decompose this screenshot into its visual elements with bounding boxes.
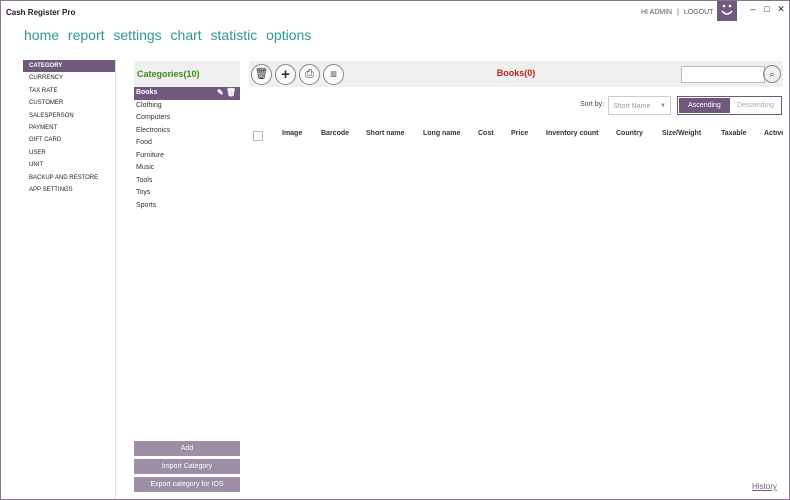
category-item[interactable]: Electronics — [134, 125, 240, 138]
sidebar-item-payment[interactable]: PAYMENT — [23, 122, 115, 134]
maximize-button[interactable]: □ — [761, 3, 773, 15]
nav-report[interactable]: report — [68, 27, 105, 43]
edit-icon[interactable]: ✎ — [217, 88, 224, 97]
search-button[interactable]: ⌕ — [763, 65, 781, 83]
close-button[interactable]: ✕ — [775, 3, 787, 15]
import-category-button[interactable]: Import Category — [134, 459, 240, 474]
category-item[interactable]: Toys — [134, 187, 240, 200]
sidebar-item-customer[interactable]: CUSTOMER — [23, 97, 115, 109]
export-category-button[interactable]: Export category for IOS — [134, 477, 240, 492]
nav-options[interactable]: options — [266, 27, 311, 43]
column-header[interactable]: Taxable — [721, 130, 747, 137]
nav-home[interactable]: home — [24, 27, 59, 43]
sidebar-item-unit[interactable]: UNIT — [23, 159, 115, 171]
category-item[interactable]: Computers — [134, 112, 240, 125]
category-item[interactable]: Music — [134, 162, 240, 175]
category-item-label: Books — [136, 89, 158, 96]
column-header[interactable]: Barcode — [321, 130, 349, 137]
user-area: HI ADMIN | LOGOUT — [641, 9, 716, 16]
sort-label: Sort by: — [580, 101, 605, 108]
main-nav: home report settings chart statistic opt… — [24, 27, 316, 43]
sort-select-value: Short Name — [613, 103, 651, 110]
nav-statistic[interactable]: statistic — [211, 27, 258, 43]
column-header[interactable]: Cost — [478, 130, 494, 137]
category-item[interactable]: Clothing — [134, 100, 240, 113]
nav-chart[interactable]: chart — [171, 27, 202, 43]
title-bar: Cash Register Pro HI ADMIN | LOGOUT – □ … — [1, 1, 789, 25]
category-item[interactable]: Food — [134, 137, 240, 150]
category-panel: Categories(10) Books ✎ 🗑 Clothing Comput… — [134, 61, 240, 497]
category-item[interactable]: Furniture — [134, 150, 240, 163]
app-window: Cash Register Pro HI ADMIN | LOGOUT – □ … — [0, 0, 790, 500]
greeting-text: HI ADMIN — [641, 9, 673, 16]
categories-title: Categories(10) — [134, 61, 240, 87]
sidebar-item-salesperson[interactable]: SALESPERSON — [23, 110, 115, 122]
column-header[interactable]: Country — [616, 130, 643, 137]
column-header[interactable]: Image — [282, 130, 302, 137]
app-title: Cash Register Pro — [6, 8, 76, 17]
sidebar-item-app-settings[interactable]: APP SETTINGS — [23, 184, 115, 196]
column-header[interactable]: Price — [511, 130, 528, 137]
category-item[interactable]: Tools — [134, 175, 240, 188]
sidebar-item-currency[interactable]: CURRENCY — [23, 72, 115, 84]
column-header[interactable]: Inventory count — [546, 130, 599, 137]
delete-icon[interactable]: 🗑 — [226, 88, 236, 97]
sidebar-item-category[interactable]: CATEGORY — [23, 60, 115, 73]
smiley-logo-icon — [717, 1, 737, 21]
search-input[interactable] — [681, 66, 765, 83]
category-item[interactable]: Sports — [134, 200, 240, 213]
column-header[interactable]: Size/Weight — [662, 130, 701, 137]
ascending-button[interactable]: Ascending — [679, 98, 730, 113]
sort-select[interactable]: Short Name ▼ — [608, 96, 671, 115]
settings-sidebar: CATEGORY CURRENCY TAX RATE CUSTOMER SALE… — [23, 60, 116, 499]
column-header[interactable]: Active — [764, 130, 783, 137]
separator: | — [677, 9, 679, 16]
descending-button[interactable]: Descending — [730, 98, 781, 113]
minimize-button[interactable]: – — [747, 3, 759, 15]
column-header[interactable]: Long name — [423, 130, 460, 137]
products-table-header: Image Barcode Short name Long name Cost … — [249, 130, 783, 142]
sort-order-toggle: Ascending Descending — [677, 96, 782, 115]
column-header[interactable]: Short name — [366, 130, 405, 137]
sidebar-item-backup-restore[interactable]: BACKUP AND RESTORE — [23, 172, 115, 184]
category-item[interactable]: Books ✎ 🗑 — [134, 87, 240, 100]
search-icon: ⌕ — [769, 69, 775, 79]
chevron-down-icon: ▼ — [660, 103, 666, 109]
sidebar-item-gift-card[interactable]: GIFT CARD — [23, 134, 115, 146]
history-link[interactable]: History — [752, 482, 777, 491]
nav-settings[interactable]: settings — [113, 27, 161, 43]
add-category-button[interactable]: Add — [134, 441, 240, 456]
sidebar-item-user[interactable]: USER — [23, 147, 115, 159]
sidebar-item-tax-rate[interactable]: TAX RATE — [23, 85, 115, 97]
select-all-checkbox[interactable] — [253, 131, 263, 141]
products-area: 🗑 + ⎙ ▥ Books(0) ⌕ Sort by: Short Name ▼… — [249, 61, 783, 499]
logout-link[interactable]: LOGOUT — [684, 9, 714, 16]
products-toolbar: 🗑 + ⎙ ▥ Books(0) ⌕ — [249, 61, 783, 87]
